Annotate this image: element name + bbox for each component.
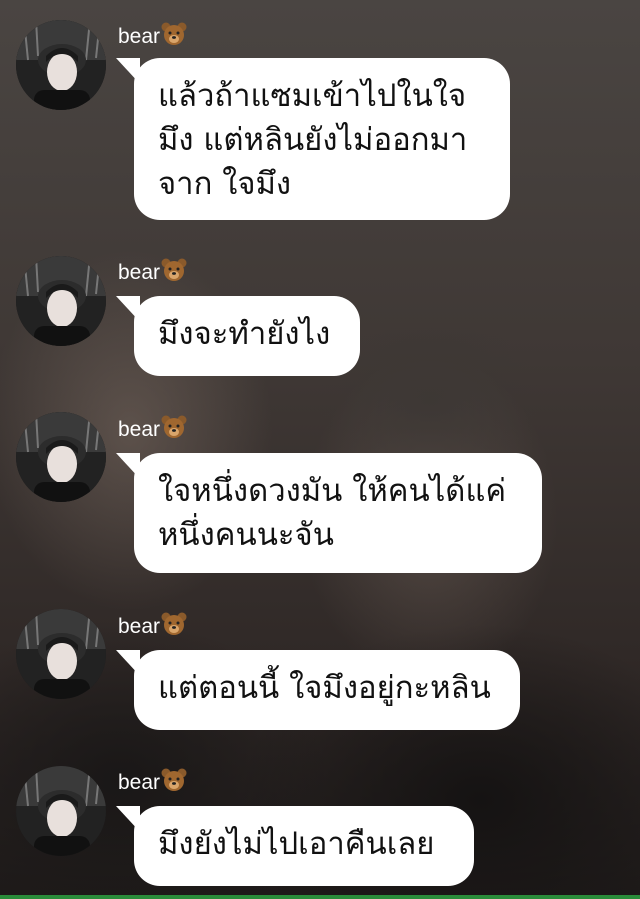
bubble-tail (116, 650, 140, 676)
avatar-photo (16, 766, 106, 856)
message-text-line: มึงจะทำยังไง (158, 316, 331, 352)
sender-label: bear (118, 25, 161, 48)
message-text-line: แล้วถ้าแซมเข้าไปในใจ (158, 78, 467, 114)
sender-name: bear (118, 415, 187, 446)
sender-name: bear (118, 22, 187, 53)
message-text-line: จาก ใจมึง (158, 166, 292, 202)
sender-label: bear (118, 615, 161, 638)
bear-face-icon (161, 415, 187, 446)
bubble-tail (116, 58, 140, 84)
avatar-photo (16, 256, 106, 346)
sender-label: bear (118, 261, 161, 284)
message-bubble[interactable]: ใจหนึ่งดวงมัน ให้คนได้แค่ หนึ่งคนนะจัน (116, 453, 542, 573)
bear-face-icon (161, 22, 187, 53)
sender-name: bear (118, 612, 187, 643)
message-text-line: ใจหนึ่งดวงมัน ให้คนได้แค่ (158, 473, 507, 509)
bubble-tail (116, 806, 140, 832)
bubble-tail (116, 296, 140, 322)
avatar[interactable] (16, 766, 106, 856)
avatar[interactable] (16, 256, 106, 346)
message-text-line: มึง แต่หลินยังไม่ออกมา (158, 122, 468, 158)
avatar-photo (16, 609, 106, 699)
bear-face-icon (161, 768, 187, 799)
avatar[interactable] (16, 20, 106, 110)
sender-name: bear (118, 768, 187, 799)
avatar[interactable] (16, 609, 106, 699)
bubble-tail (116, 453, 140, 479)
sender-name: bear (118, 258, 187, 289)
message-bubble[interactable]: มึงจะทำยังไง (116, 296, 360, 376)
message-bubble[interactable]: แล้วถ้าแซมเข้าไปในใจ มึง แต่หลินยังไม่ออ… (116, 58, 510, 220)
avatar-photo (16, 20, 106, 110)
sender-label: bear (118, 771, 161, 794)
message-text-line: แต่ตอนนี้ ใจมึงอยู่กะหลิน (158, 670, 491, 706)
message-text-line: มึงยังไม่ไปเอาคืนเลย (158, 826, 435, 862)
avatar[interactable] (16, 412, 106, 502)
bear-face-icon (161, 612, 187, 643)
bear-face-icon (161, 258, 187, 289)
sender-label: bear (118, 418, 161, 441)
bottom-accent-bar (0, 895, 640, 899)
message-text-line: หนึ่งคนนะจัน (158, 517, 334, 553)
avatar-photo (16, 412, 106, 502)
message-bubble[interactable]: แต่ตอนนี้ ใจมึงอยู่กะหลิน (116, 650, 520, 730)
message-bubble[interactable]: มึงยังไม่ไปเอาคืนเลย (116, 806, 474, 886)
